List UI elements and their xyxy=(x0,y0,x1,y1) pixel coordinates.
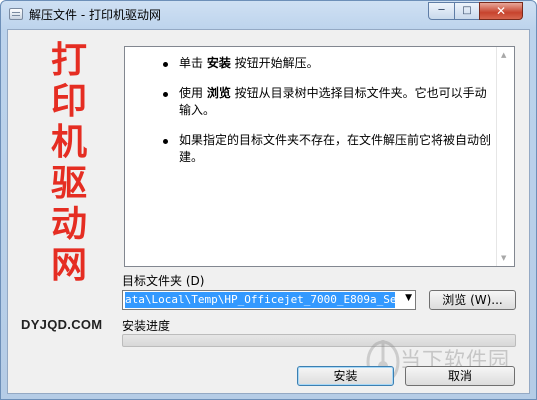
scroll-down-icon[interactable]: ▼ xyxy=(501,254,506,262)
target-folder-value[interactable]: ata\Local\Temp\HP_Officejet_7000_E809a_S… xyxy=(125,292,395,308)
app-icon xyxy=(9,8,23,20)
brand-char: 印 xyxy=(50,81,87,122)
instructions-box: 单击 安装 按钮开始解压。 使用 浏览 按钮从目录树中选择目标文件夹。它也可以手… xyxy=(124,46,515,267)
browse-button[interactable]: 浏览 (W)... xyxy=(429,290,516,310)
progress-label: 安装进度 xyxy=(122,319,171,333)
brand-char: 网 xyxy=(50,245,87,286)
brand-char: 驱 xyxy=(50,163,87,204)
brand-char: 机 xyxy=(50,122,87,163)
brand-char: 动 xyxy=(50,204,87,245)
instructions-list: 单击 安装 按钮开始解压。 使用 浏览 按钮从目录树中选择目标文件夹。它也可以手… xyxy=(133,55,495,179)
cancel-button[interactable]: 取消 xyxy=(405,366,515,386)
install-progress-bar xyxy=(122,334,516,347)
installer-window: 解压文件 - 打印机驱动网 ─ □ ✕ 打 印 机 驱 动 网 DYJQD.CO… xyxy=(0,0,537,400)
chevron-down-icon[interactable]: ▼ xyxy=(405,293,412,303)
target-folder-combobox[interactable]: ata\Local\Temp\HP_Officejet_7000_E809a_S… xyxy=(122,290,416,310)
window-title: 解压文件 - 打印机驱动网 xyxy=(29,8,161,22)
close-button[interactable]: ✕ xyxy=(479,2,523,20)
brand-char: 打 xyxy=(50,40,87,81)
list-item: 如果指定的目标文件夹不存在，在文件解压前它将被自动创建。 xyxy=(133,132,495,166)
brand-logo: 打 印 机 驱 动 网 xyxy=(24,40,114,286)
minimize-button[interactable]: ─ xyxy=(428,2,455,20)
dialog-body: 打 印 机 驱 动 网 DYJQD.COM 单击 安装 按钮开始解压。 使用 浏… xyxy=(7,29,530,394)
brand-url: DYJQD.COM xyxy=(21,317,103,332)
scroll-up-icon[interactable]: ▲ xyxy=(501,51,506,59)
list-item: 单击 安装 按钮开始解压。 xyxy=(133,55,495,72)
list-item: 使用 浏览 按钮从目录树中选择目标文件夹。它也可以手动输入。 xyxy=(133,85,495,119)
scrollbar[interactable]: ▲ ▼ xyxy=(496,47,514,266)
target-folder-label: 目标文件夹 (D) xyxy=(122,274,205,288)
maximize-button[interactable]: □ xyxy=(454,2,480,20)
install-button[interactable]: 安装 xyxy=(297,366,394,386)
title-bar[interactable]: 解压文件 - 打印机驱动网 ─ □ ✕ xyxy=(1,1,536,29)
